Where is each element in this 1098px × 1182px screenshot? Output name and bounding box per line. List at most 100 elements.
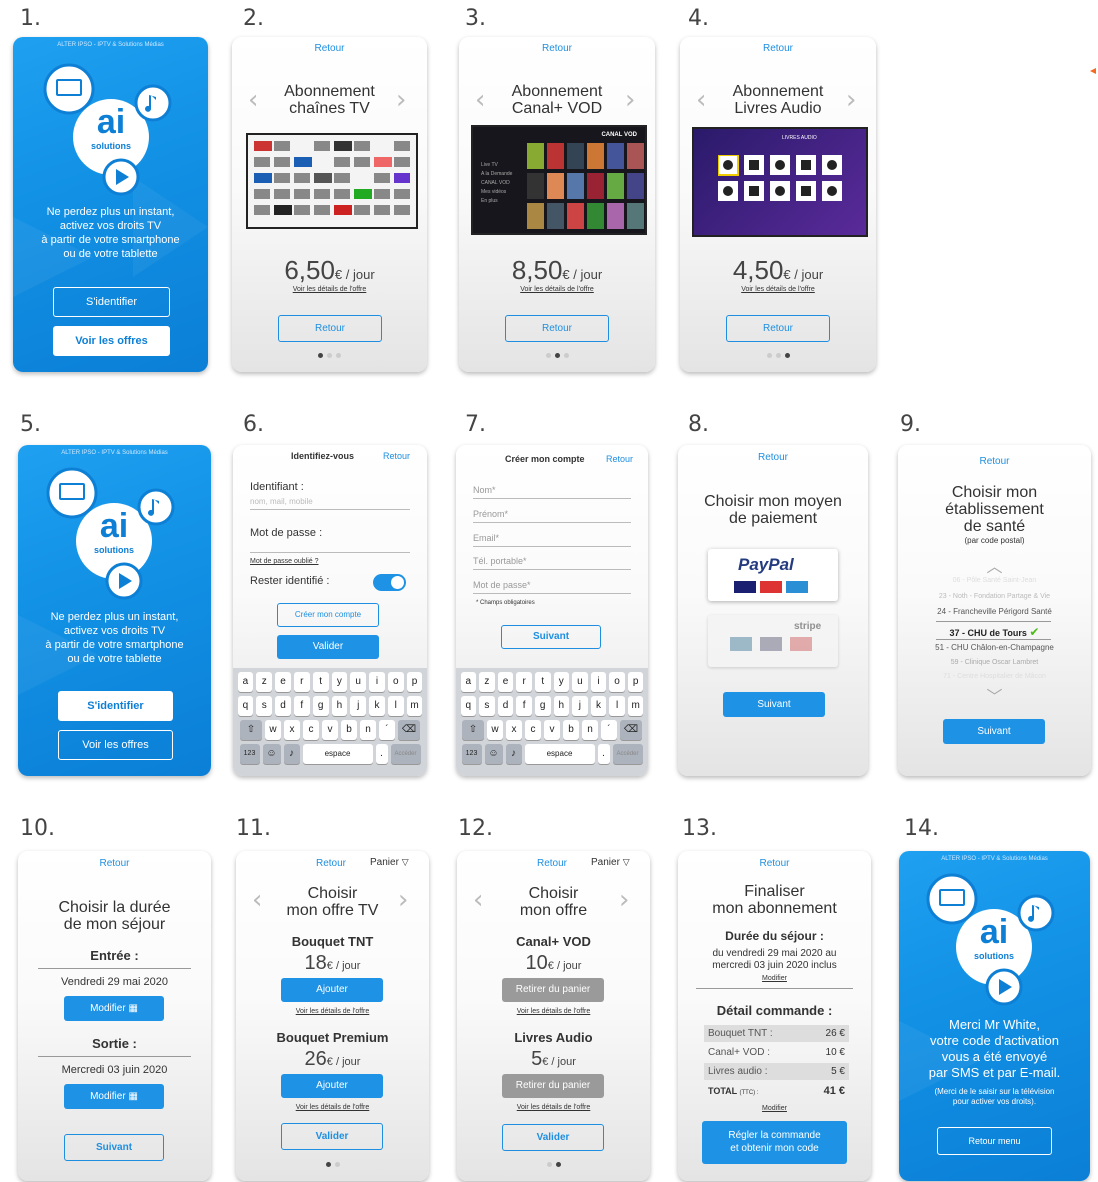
key[interactable]: x <box>284 720 300 740</box>
key[interactable]: n <box>582 720 598 740</box>
key[interactable]: v <box>544 720 560 740</box>
validate-button[interactable]: Valider <box>502 1124 604 1151</box>
stripe-option[interactable]: stripe <box>708 615 838 667</box>
chevron-up-icon[interactable]: ︿ <box>898 553 1091 577</box>
key[interactable]: w <box>265 720 281 740</box>
back-link[interactable]: Retour <box>680 43 876 54</box>
mic-key-icon[interactable]: ♪ <box>505 744 522 764</box>
lastname-field[interactable]: Nom* <box>473 485 631 499</box>
offer-details-link[interactable]: Voir les détails de l'offre <box>680 286 876 293</box>
key[interactable]: l <box>387 696 404 716</box>
offers-button[interactable]: Voir les offres <box>58 730 173 760</box>
add-button[interactable]: Ajouter <box>281 1074 383 1098</box>
back-button[interactable]: Retour <box>505 315 609 342</box>
key[interactable]: i <box>590 672 607 692</box>
key[interactable]: u <box>572 672 588 692</box>
offer-details-link[interactable]: Voir les détails de l'offre <box>457 1008 650 1015</box>
key[interactable]: h <box>331 696 348 716</box>
emoji-key-icon[interactable]: ☺ <box>484 744 503 764</box>
back-link[interactable]: Retour <box>678 452 868 463</box>
key[interactable]: z <box>479 672 495 692</box>
shift-key-icon[interactable]: ⇧ <box>462 720 484 740</box>
key[interactable]: q <box>237 696 254 716</box>
key[interactable]: w <box>487 720 503 740</box>
back-button[interactable]: Retour <box>278 315 382 342</box>
key[interactable]: o <box>609 672 625 692</box>
back-link[interactable]: Retour <box>18 858 211 869</box>
key[interactable]: y <box>331 672 348 692</box>
modify-exit-button[interactable]: Modifier ▦ <box>64 1084 164 1109</box>
key[interactable]: m <box>406 696 423 716</box>
modify-order-link[interactable]: Modifier <box>678 1105 871 1112</box>
key[interactable]: f <box>516 696 532 716</box>
key[interactable]: c <box>303 720 319 740</box>
key[interactable]: z <box>256 672 273 692</box>
backspace-key-icon[interactable]: ⌫ <box>398 720 420 740</box>
key[interactable]: v <box>322 720 338 740</box>
key[interactable]: p <box>406 672 423 692</box>
add-button[interactable]: Ajouter <box>281 978 383 1002</box>
modify-entry-button[interactable]: Modifier ▦ <box>64 996 164 1021</box>
key[interactable]: a <box>237 672 254 692</box>
phone-field[interactable]: Tél. portable* <box>473 556 631 570</box>
key[interactable]: q <box>460 696 477 716</box>
key[interactable]: b <box>563 720 579 740</box>
key[interactable]: ´ <box>379 720 395 740</box>
back-link[interactable]: Retour <box>383 451 410 461</box>
back-link[interactable]: Retour <box>232 43 427 54</box>
back-menu-button[interactable]: Retour menu <box>937 1127 1052 1155</box>
key[interactable]: p <box>627 672 644 692</box>
key[interactable]: u <box>350 672 367 692</box>
mic-key-icon[interactable]: ♪ <box>283 744 300 764</box>
password-input[interactable] <box>250 543 410 553</box>
numbers-key[interactable]: 123 <box>239 744 260 764</box>
hospital-option[interactable]: 51 - CHU Châlon-en-Champagne <box>898 643 1091 652</box>
next-button[interactable]: Suivant <box>723 692 825 717</box>
login-button[interactable]: S'identifier <box>58 691 173 721</box>
key[interactable]: g <box>312 696 329 716</box>
hospital-option[interactable]: 24 - Francheville Périgord Santé <box>898 607 1091 616</box>
go-key[interactable]: Accéder <box>612 744 643 764</box>
modify-stay-link[interactable]: Modifier <box>678 975 871 982</box>
key[interactable]: n <box>360 720 376 740</box>
key[interactable]: o <box>387 672 404 692</box>
key[interactable]: d <box>497 696 514 716</box>
key[interactable]: g <box>534 696 551 716</box>
offer-details-link[interactable]: Voir les détails de l'offre <box>232 286 427 293</box>
key[interactable]: t <box>534 672 551 692</box>
email-field[interactable]: Email* <box>473 533 631 547</box>
dot-key[interactable]: . <box>375 744 388 764</box>
back-link[interactable]: Retour <box>606 454 633 464</box>
key[interactable]: i <box>369 672 385 692</box>
key[interactable]: c <box>525 720 541 740</box>
back-link[interactable]: Retour <box>316 858 346 869</box>
key[interactable]: r <box>293 672 310 692</box>
offer-details-link[interactable]: Voir les détails de l'offre <box>236 1104 429 1111</box>
login-button[interactable]: S'identifier <box>53 287 170 317</box>
back-button[interactable]: Retour <box>726 315 830 342</box>
key[interactable]: j <box>350 696 367 716</box>
next-button[interactable]: Suivant <box>943 719 1045 744</box>
key[interactable]: s <box>479 696 495 716</box>
numbers-key[interactable]: 123 <box>461 744 482 764</box>
remove-from-cart-button[interactable]: Retirer du panier <box>502 1074 604 1098</box>
hospital-option-selected[interactable]: 37 - CHU de Tours ✔ <box>898 625 1091 639</box>
hospital-option[interactable]: 23 - Noth - Fondation Partage & Vie <box>898 593 1091 600</box>
key[interactable]: l <box>609 696 625 716</box>
password-field[interactable]: Mot de passe* <box>473 580 631 594</box>
hospital-option[interactable]: 59 - Clinique Oscar Lambret <box>898 659 1091 666</box>
space-key[interactable]: espace <box>524 744 595 764</box>
pay-order-button[interactable]: Régler la commande et obtenir mon code <box>702 1121 847 1164</box>
key[interactable]: r <box>516 672 532 692</box>
shift-key-icon[interactable]: ⇧ <box>240 720 262 740</box>
key[interactable]: s <box>256 696 273 716</box>
back-link[interactable]: Retour <box>678 858 871 869</box>
stay-logged-toggle[interactable] <box>373 574 406 591</box>
key[interactable]: j <box>572 696 588 716</box>
offer-details-link[interactable]: Voir les détails de l'offre <box>236 1008 429 1015</box>
key[interactable]: m <box>627 696 644 716</box>
key[interactable]: b <box>341 720 357 740</box>
hospital-option[interactable]: 06 - Pôle Santé Saint-Jean <box>898 577 1091 584</box>
create-account-button[interactable]: Créer mon compte <box>277 603 379 627</box>
emoji-key-icon[interactable]: ☺ <box>262 744 281 764</box>
